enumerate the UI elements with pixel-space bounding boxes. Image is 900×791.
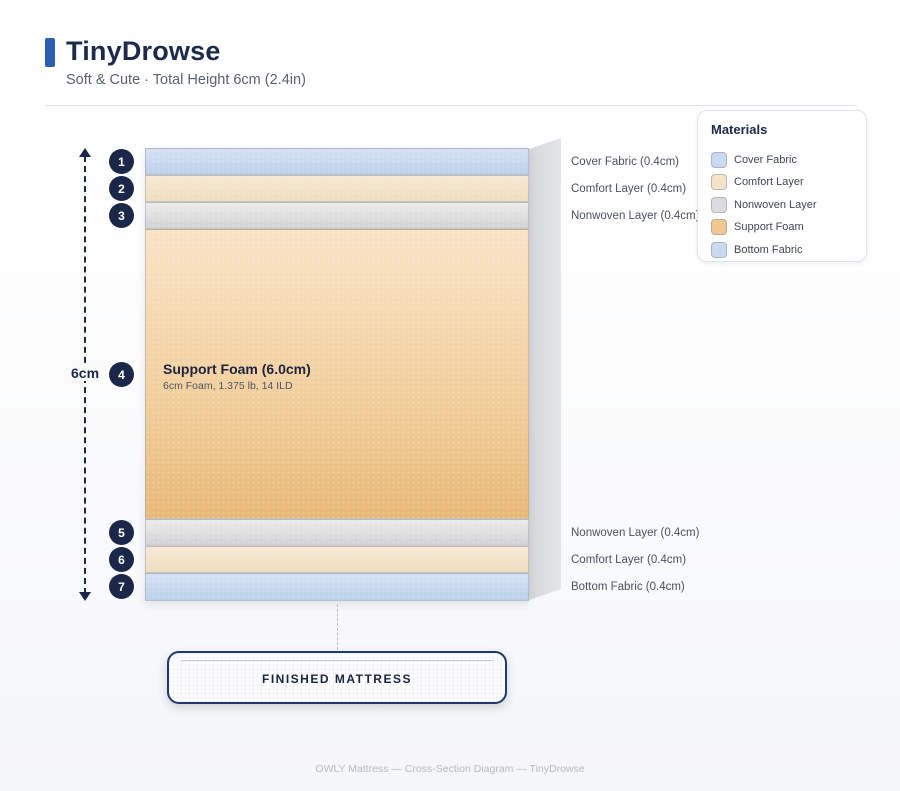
- header-divider: [45, 105, 855, 106]
- materials-legend: Materials Cover Fabric Comfort Layer Non…: [697, 110, 867, 262]
- layer-label-5: Nonwoven Layer (0.4cm): [571, 527, 700, 539]
- legend-item: Support Foam: [711, 219, 804, 235]
- layer-support-foam: Support Foam (6.0cm) 6cm Foam, 1.375 lb,…: [145, 229, 529, 519]
- layer-label-6: Comfort Layer (0.4cm): [571, 554, 687, 566]
- legend-item-label: Support Foam: [734, 221, 804, 233]
- layer-label-2: Comfort Layer (0.4cm): [571, 183, 687, 195]
- layer-badge-6: 6: [109, 547, 134, 572]
- page-subtitle: Soft & Cute · Total Height 6cm (2.4in): [66, 72, 306, 88]
- layer-badge-4: 4: [109, 362, 134, 387]
- legend-item: Nonwoven Layer: [711, 197, 817, 213]
- layer-badge-1: 1: [109, 149, 134, 174]
- swatch-bottom-fabric: [711, 242, 727, 258]
- finished-mattress-label: FINISHED MATTRESS: [262, 672, 412, 686]
- legend-item-label: Comfort Layer: [734, 176, 804, 188]
- finished-mattress-box: FINISHED MATTRESS: [167, 651, 507, 704]
- mattress-side-face: [529, 138, 561, 600]
- footer-caption: OWLY Mattress — Cross-Section Diagram — …: [315, 763, 585, 775]
- swatch-nonwoven-layer: [711, 197, 727, 213]
- swatch-support-foam: [711, 219, 727, 235]
- support-foam-title: Support Foam (6.0cm): [163, 361, 311, 377]
- legend-item: Bottom Fabric: [711, 242, 802, 258]
- layer-bottom-fabric: [145, 573, 529, 601]
- layer-label-1: Cover Fabric (0.4cm): [571, 156, 679, 168]
- page-title: TinyDrowse: [66, 36, 221, 66]
- arrow-down-icon: [79, 592, 91, 601]
- layer-badge-5: 5: [109, 520, 134, 545]
- height-dimension-label: 6cm: [70, 365, 101, 381]
- title-accent-bar: [45, 38, 55, 67]
- layer-comfort-top: [145, 175, 529, 202]
- mattress-cross-section: Support Foam (6.0cm) 6cm Foam, 1.375 lb,…: [145, 148, 529, 601]
- layer-cover-fabric: [145, 148, 529, 175]
- swatch-cover-fabric: [711, 152, 727, 168]
- layer-label-7: Bottom Fabric (0.4cm): [571, 581, 685, 593]
- layer-label-3: Nonwoven Layer (0.4cm): [571, 210, 700, 222]
- finished-top-rule: [181, 660, 493, 661]
- legend-title: Materials: [711, 122, 768, 137]
- layer-comfort-bottom: [145, 546, 529, 573]
- layer-badge-7: 7: [109, 574, 134, 599]
- legend-item-label: Cover Fabric: [734, 154, 797, 166]
- legend-item-label: Bottom Fabric: [734, 244, 803, 256]
- support-foam-description: 6cm Foam, 1.375 lb, 14 ILD: [163, 380, 293, 392]
- arrow-up-icon: [79, 148, 91, 157]
- legend-item-label: Nonwoven Layer: [734, 199, 817, 211]
- swatch-comfort-layer: [711, 174, 727, 190]
- legend-item: Comfort Layer: [711, 174, 804, 190]
- legend-item: Cover Fabric: [711, 152, 797, 168]
- layer-badge-2: 2: [109, 176, 134, 201]
- layer-badge-3: 3: [109, 203, 134, 228]
- layer-nonwoven-top: [145, 202, 529, 229]
- finished-connector-line: [337, 604, 338, 650]
- layer-nonwoven-bottom: [145, 519, 529, 546]
